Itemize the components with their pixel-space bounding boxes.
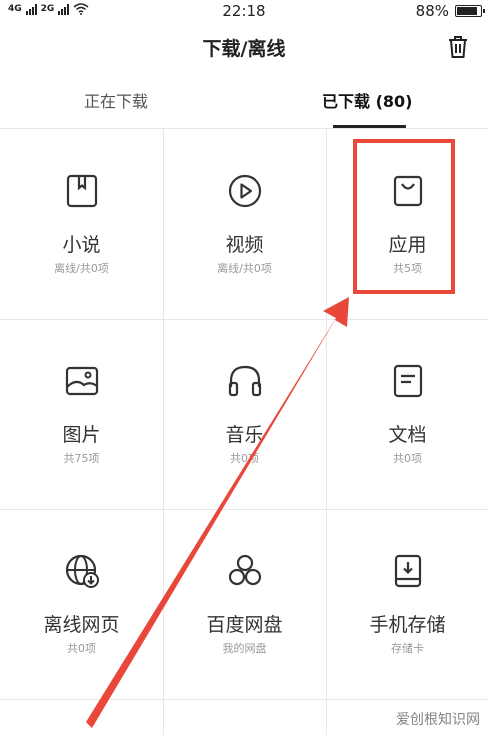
tab-downloaded[interactable]: 已下载 (80)	[322, 88, 412, 112]
header: 下载/离线	[0, 28, 488, 68]
battery-icon	[455, 5, 485, 17]
highlight-box	[353, 139, 455, 294]
grid-item-label: 视频	[225, 234, 264, 256]
grid-item-label: 手机存储	[369, 614, 446, 636]
grid-item-label: 文档	[388, 424, 427, 446]
headphones-icon	[228, 365, 261, 397]
grid-item-label: 图片	[62, 424, 101, 446]
book-icon	[66, 174, 97, 208]
grid-item-documents[interactable]: 文档 共0项	[326, 319, 488, 509]
battery-percent: 88%	[415, 2, 449, 20]
tab-bar: 正在下载 已下载 (80)	[0, 80, 488, 128]
grid-item-label: 百度网盘	[206, 614, 283, 636]
watermark: 爱创根知识网	[396, 712, 480, 728]
grid-item-count: 离线/共0项	[54, 262, 109, 275]
grid-item-count: 共75项	[63, 452, 100, 465]
grid-item-count: 离线/共0项	[217, 262, 272, 275]
grid-item-novel[interactable]: 小说 离线/共0项	[0, 129, 163, 319]
grid-item-phone-storage[interactable]: 手机存储 存储卡	[326, 509, 488, 699]
grid-item-offline-pages[interactable]: 离线网页 共0项	[0, 509, 163, 699]
grid-item-music[interactable]: 音乐 共0项	[163, 319, 326, 509]
cloud-circles-icon	[228, 554, 261, 586]
status-bar: 4G 2G 22:18 88%	[0, 0, 488, 24]
page-title: 下载/离线	[202, 38, 286, 60]
grid-item-label: 小说	[62, 234, 101, 256]
grid-item-baidu-netdisk[interactable]: 百度网盘 我的网盘	[163, 509, 326, 699]
grid-item-count: 共0项	[393, 452, 422, 465]
grid-item-video[interactable]: 视频 离线/共0项	[163, 129, 326, 319]
document-icon	[393, 364, 422, 398]
grid-item-label: 音乐	[225, 424, 264, 446]
trash-icon[interactable]	[446, 34, 470, 60]
grid-item-count: 共0项	[230, 452, 259, 465]
play-icon	[228, 174, 261, 208]
grid-item-count: 存储卡	[391, 642, 424, 655]
grid-divider	[0, 699, 488, 700]
grid-item-images[interactable]: 图片 共75项	[0, 319, 163, 509]
grid-item-label: 离线网页	[43, 614, 120, 636]
image-icon	[65, 366, 98, 396]
globe-download-icon	[65, 554, 99, 588]
storage-icon	[394, 554, 421, 588]
grid-item-count: 我的网盘	[222, 642, 267, 655]
grid-item-count: 共0项	[67, 642, 96, 655]
tab-downloading[interactable]: 正在下载	[84, 88, 148, 112]
battery-status: 88%	[415, 2, 485, 20]
